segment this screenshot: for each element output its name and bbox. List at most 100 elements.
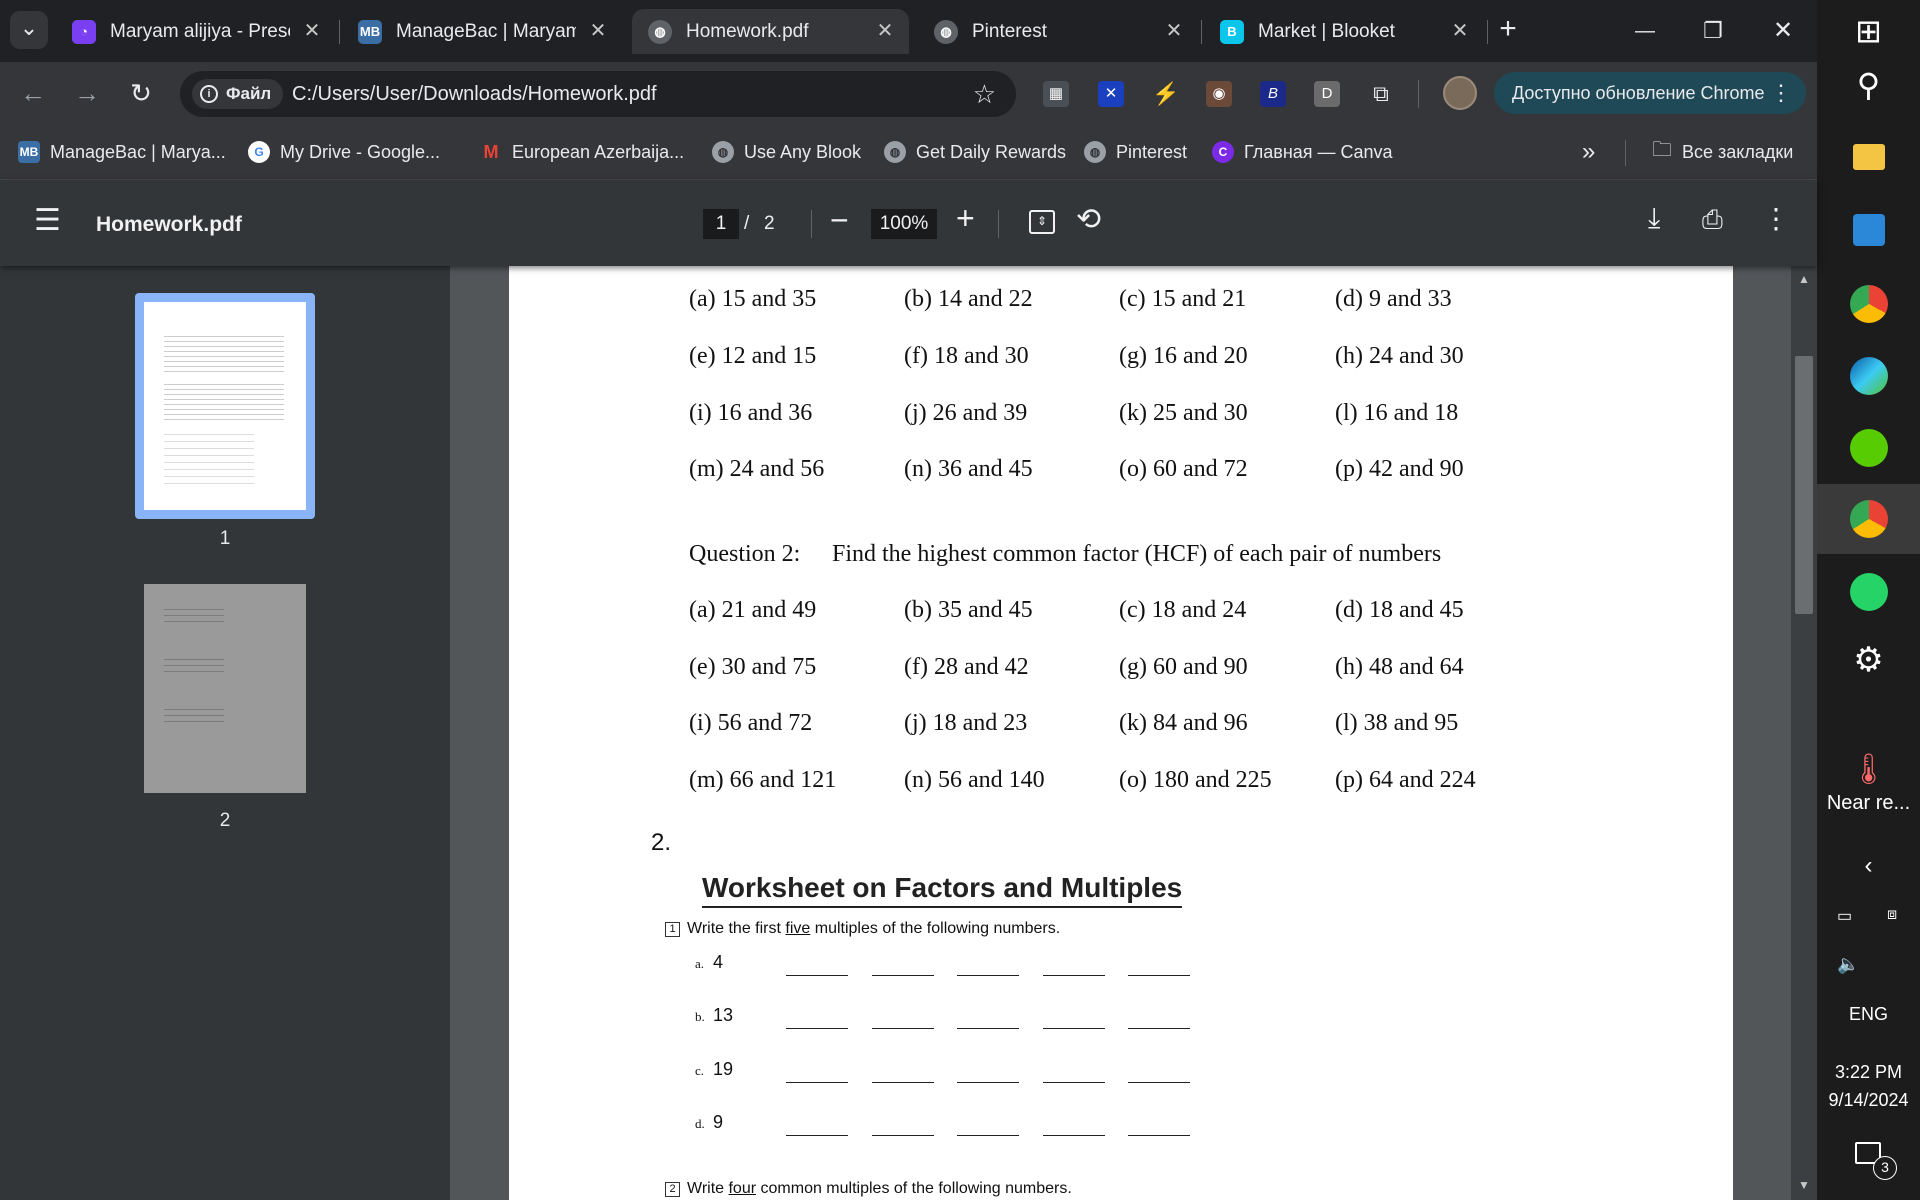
- language-indicator[interactable]: ENG: [1817, 1004, 1920, 1025]
- microsoft-store-icon[interactable]: [1853, 214, 1885, 246]
- site-info-chip[interactable]: i Файл: [192, 79, 284, 109]
- zoom-input[interactable]: 100%: [871, 209, 937, 239]
- download-icon[interactable]: ⤓: [1648, 202, 1660, 235]
- clock-date[interactable]: 9/14/2024: [1817, 1090, 1920, 1111]
- pdf-viewer[interactable]: (a) 15 and 35 (b) 14 and 22 (c) 15 and 2…: [450, 266, 1817, 1200]
- problem-item: (o) 60 and 72: [1119, 456, 1248, 482]
- clock-time[interactable]: 3:22 PM: [1817, 1062, 1920, 1083]
- tab-presentation[interactable]: ◔ Maryam alijiya - Presen ✕: [56, 9, 336, 54]
- tab-managebac[interactable]: MB ManageBac | Maryam I ✕: [342, 9, 622, 54]
- close-icon[interactable]: ✕: [873, 19, 897, 43]
- thumbnail-lines: [164, 380, 284, 420]
- chrome-profile-icon[interactable]: [1850, 500, 1888, 538]
- whatsapp-icon[interactable]: [1850, 573, 1888, 611]
- sidebar-menu-icon[interactable]: ☰: [34, 206, 61, 236]
- bookmark-use-any-blook[interactable]: ◍ Use Any Blook: [712, 138, 861, 166]
- answer-blank: [957, 1082, 1019, 1083]
- pdf-toolbar: ☰ Homework.pdf 1 / 2 − 100% + ⇕ ⟲ ⤓ ⎙ ⋮: [0, 180, 1817, 266]
- row-letter: a.: [695, 956, 705, 971]
- tab-homework-pdf[interactable]: ◍ Homework.pdf ✕: [632, 9, 909, 54]
- page-separator: /: [744, 213, 750, 234]
- file-explorer-icon[interactable]: [1853, 144, 1885, 170]
- reload-button[interactable]: ↻: [124, 76, 158, 110]
- page-number-input[interactable]: 1: [703, 209, 739, 239]
- windows-start-icon[interactable]: ⊞: [1817, 12, 1920, 50]
- print-icon[interactable]: ⎙: [1702, 204, 1723, 236]
- problem-item: (e) 30 and 75: [689, 654, 817, 680]
- weather-text[interactable]: Near re...: [1817, 792, 1920, 815]
- section-number: 2.: [651, 829, 672, 856]
- problem-item: (c) 18 and 24: [1119, 597, 1247, 623]
- answer-blank: [1128, 975, 1190, 976]
- zoom-out-button[interactable]: −: [830, 202, 849, 239]
- answer-blank: [1128, 1135, 1190, 1136]
- page-thumbnail-2[interactable]: [144, 584, 306, 793]
- bookmark-star-icon[interactable]: ☆: [973, 79, 996, 110]
- chevron-left-icon[interactable]: ‹: [1817, 852, 1920, 880]
- chrome-icon[interactable]: [1850, 285, 1888, 323]
- close-icon[interactable]: ✕: [586, 19, 610, 43]
- tab-blooket[interactable]: B Market | Blooket ✕: [1204, 9, 1484, 54]
- address-bar[interactable]: i Файл C:/Users/User/Downloads/Homework.…: [180, 71, 1016, 117]
- page-thumbnail-1[interactable]: [135, 293, 315, 519]
- duolingo-icon[interactable]: [1850, 429, 1888, 467]
- thermometer-icon: 🌡: [1849, 753, 1888, 786]
- puzzle-ext-icon[interactable]: ⧉: [1368, 81, 1394, 107]
- new-tab-button[interactable]: +: [1490, 12, 1526, 48]
- globe-icon: ◍: [1084, 141, 1106, 163]
- bookmark-canva[interactable]: C Главная — Canva: [1212, 138, 1393, 166]
- scrollbar-thumb[interactable]: [1795, 356, 1813, 614]
- restore-button[interactable]: ❐: [1688, 14, 1738, 48]
- bookmark-european-azerbaijan[interactable]: M European Azerbaija...: [480, 138, 685, 166]
- fit-page-icon[interactable]: ⇕: [1029, 210, 1055, 234]
- close-icon[interactable]: ✕: [1448, 19, 1472, 43]
- all-bookmarks-button[interactable]: 🗀 Все закладки: [1652, 138, 1793, 166]
- close-icon[interactable]: ✕: [300, 19, 324, 43]
- forward-button[interactable]: →: [70, 76, 104, 110]
- calculator-ext-icon[interactable]: ▦: [1043, 81, 1069, 107]
- d-ext-icon[interactable]: D: [1314, 81, 1340, 107]
- bookmark-label: Get Daily Rewards: [916, 141, 1067, 162]
- url-text[interactable]: C:/Users/User/Downloads/Homework.pdf: [292, 83, 657, 106]
- folder-icon: 🗀: [1652, 139, 1672, 161]
- tab-search-button[interactable]: ⌄: [10, 11, 48, 49]
- avatar-ext-icon[interactable]: ◉: [1206, 81, 1232, 107]
- kebab-menu-icon[interactable]: ⋮: [1770, 72, 1792, 114]
- edge-icon[interactable]: [1850, 357, 1888, 395]
- volume-icon[interactable]: 🔈: [1837, 954, 1859, 975]
- answer-blank: [786, 1082, 848, 1083]
- vertical-scrollbar[interactable]: ▲ ▼: [1791, 266, 1817, 1200]
- bookmark-managebac[interactable]: MB ManageBac | Marya...: [18, 138, 226, 166]
- window-close-button[interactable]: ✕: [1758, 14, 1808, 48]
- b-ext-icon[interactable]: B: [1260, 81, 1286, 107]
- camera-icon[interactable]: ⧈: [1887, 906, 1897, 924]
- bookmark-pinterest[interactable]: ◍ Pinterest: [1084, 138, 1187, 166]
- chevrons-right-icon: »: [1582, 138, 1596, 165]
- bookmark-get-daily-rewards[interactable]: ◍ Get Daily Rewards: [884, 138, 1066, 166]
- x-ext-icon[interactable]: ✕: [1098, 81, 1124, 107]
- minimize-button[interactable]: —: [1620, 14, 1670, 48]
- chevron-down-icon: ⌄: [19, 15, 39, 40]
- bookmarks-overflow-button[interactable]: »: [1582, 138, 1595, 166]
- settings-gear-icon[interactable]: ⚙: [1817, 640, 1920, 680]
- problem-item: (p) 64 and 224: [1335, 767, 1476, 793]
- bookmark-my-drive[interactable]: G My Drive - Google...: [248, 138, 440, 166]
- back-button[interactable]: ←: [16, 76, 50, 110]
- answer-blank: [871, 1028, 934, 1029]
- scroll-down-arrow-icon[interactable]: ▼: [1798, 1178, 1810, 1192]
- close-icon[interactable]: ✕: [1162, 19, 1186, 43]
- profile-avatar[interactable]: [1443, 76, 1477, 110]
- bolt-ext-icon[interactable]: ⚡: [1152, 81, 1179, 107]
- battery-icon[interactable]: ▭: [1837, 906, 1852, 926]
- search-icon[interactable]: ⚲: [1817, 66, 1920, 104]
- zoom-in-button[interactable]: +: [956, 200, 975, 237]
- gmail-icon: M: [483, 141, 499, 162]
- answer-blank: [1042, 1135, 1105, 1136]
- chrome-update-button[interactable]: Доступно обновление Chrome ⋮: [1494, 72, 1806, 114]
- more-options-icon[interactable]: ⋮: [1762, 202, 1790, 235]
- close-icon: ✕: [1772, 17, 1794, 44]
- rotate-icon[interactable]: ⟲: [1076, 202, 1101, 237]
- tab-pinterest[interactable]: ◍ Pinterest ✕: [918, 9, 1198, 54]
- windows-taskbar: ⊞ ⚲ ⚙ 🌡 Near re... ‹ ▭ ⧈ 🔈 ENG 3:22 PM 9…: [1817, 0, 1920, 1200]
- scroll-up-arrow-icon[interactable]: ▲: [1798, 272, 1810, 286]
